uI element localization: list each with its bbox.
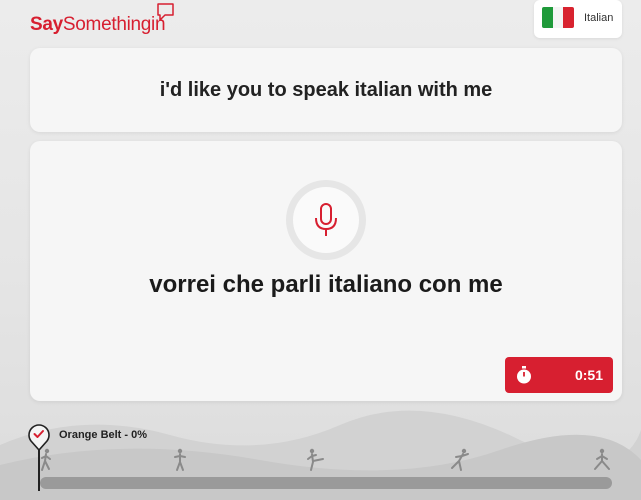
progress-track (40, 477, 612, 489)
timer-value: 0:51 (574, 367, 603, 383)
app-logo[interactable]: Say Somethingin (30, 2, 174, 36)
microphone-button[interactable] (286, 180, 366, 260)
answer-card: vorrei che parli italiano con me 0:51 (30, 141, 622, 401)
prompt-card: i'd like you to speak italian with me (30, 48, 622, 132)
logo-rest: Somethingin (62, 14, 166, 35)
martial-arts-figure-4-icon (451, 448, 469, 471)
language-label: Italian (584, 12, 614, 24)
microphone-icon (315, 203, 337, 236)
stopwatch-icon (517, 366, 531, 384)
belt-progress-label: Orange Belt - 0% (59, 429, 148, 441)
martial-arts-figure-5-icon (594, 448, 610, 470)
progress-marker-icon (28, 424, 50, 452)
italy-flag-icon (542, 7, 575, 28)
speech-bubble-icon (157, 3, 174, 21)
countdown-timer: 0:51 (505, 357, 613, 393)
logo-say: Say (30, 14, 63, 35)
martial-arts-figure-2-icon (174, 448, 186, 471)
progress-marker-line (38, 447, 40, 491)
answer-text: vorrei che parli italiano con me (149, 271, 503, 298)
language-selector[interactable]: Italian (534, 0, 622, 38)
martial-arts-figure-3-icon (307, 448, 324, 471)
prompt-text: i'd like you to speak italian with me (159, 78, 493, 101)
